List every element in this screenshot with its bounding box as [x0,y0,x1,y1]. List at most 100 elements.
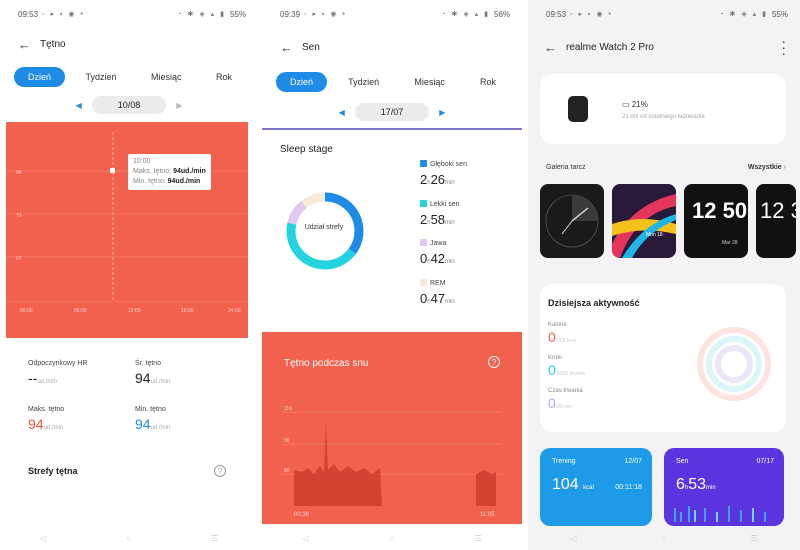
unit: /8000 kroków [555,371,586,377]
tab-day[interactable]: Dzień [276,72,328,92]
resting-hr-number: -- [28,370,38,386]
min-hr-label: Min. tętno [135,406,166,413]
max-hr-label: Maks. tętno [28,406,65,413]
nav-back-icon[interactable]: ◁ [570,534,576,543]
divider [262,128,522,130]
prev-date-arrow-icon[interactable]: ◀ [339,108,345,117]
unit: min [706,485,716,491]
nav-home-icon[interactable]: ○ [126,534,131,543]
status-time: 09:53 [18,9,39,19]
app-bar: ← realme Watch 2 Pro [544,37,788,57]
more-options-icon[interactable]: · · · [781,34,786,60]
heart-rate-chart-svg: 94 73 67 00:00 06:00 12:00 18:00 24:00 [6,132,248,314]
watch-face-3[interactable]: 12 50 Mar 28 [684,184,748,258]
sleep-label: Sen [676,458,689,465]
stage-light-name-row: Lekki sen [420,200,460,208]
tab-day[interactable]: Dzień [14,67,66,87]
calories-label: Kalorie [548,322,567,328]
chevron-right-icon: › [783,164,786,171]
avg-hr-label: Śr. tętno [135,360,162,367]
back-arrow-icon[interactable]: ← [544,40,566,55]
stage-deep-swatch [420,160,427,167]
stage-rem-name: REM [430,280,446,287]
activity-rings [697,327,771,401]
donut-label: Udział strefy [304,224,344,231]
battery-subtitle: 21 dni od ostatniego ładowania [622,114,705,120]
heart-rate-chart[interactable]: 94 73 67 00:00 06:00 12:00 18:00 24:00 1… [6,122,248,338]
watch-face-4[interactable]: 12 30 [756,184,796,258]
help-icon[interactable]: ? [214,465,226,477]
period-tabs: Dzień Tydzień Miesiąc Rok [276,71,510,93]
training-date: 12/07 [624,458,642,465]
next-date-arrow-icon[interactable]: ▶ [439,108,445,117]
nav-home-icon[interactable]: ○ [389,534,394,543]
stage-rem-swatch [420,279,427,286]
nav-back-icon[interactable]: ◁ [40,534,46,543]
steps-label: Kroki [548,355,562,361]
calories-value: 0/300 kcal [548,329,576,345]
activity-duration: Czas trwania 0/30 min [548,388,583,411]
sleep-screen: 09:39 ◦ ▸ ▪ ◉ • ◔ ✱ ◈ ▴ ▮ 56% ← Sen Dzień … [262,0,522,550]
hours: 6 [676,476,685,493]
battery-icon: ▭ [622,100,630,109]
status-bar: 09:53 ◦ ▸ ▪ ◉ • ◔ ✱ ◈ ▴ ▮ 55% [528,8,800,20]
gallery-all-link[interactable]: Wszystkie › [748,164,786,171]
help-icon[interactable]: ? [488,356,500,368]
stage-light-swatch [420,200,427,207]
sleep-card[interactable]: Sen 07/17 6h53min [664,448,784,526]
training-duration: 00:11:18 [615,484,642,491]
nav-back-icon[interactable]: ◁ [302,534,308,543]
resting-hr-stat: Odpoczynkowy HR --ud./min [28,360,88,386]
stage-awake-swatch [420,239,427,246]
stage-light-name: Lekki sen [430,201,460,208]
nav-recents-icon[interactable]: ☰ [211,534,218,543]
device-card[interactable]: ▭ 21% 21 dni od ostatniego ładowania [540,74,786,144]
watch-face-1[interactable] [540,184,604,258]
current-date[interactable]: 17/07 [354,103,430,121]
unit: ud./min [150,425,171,431]
stage-light: Lekki sen 2h58min [420,200,460,227]
nav-recents-icon[interactable]: ☰ [751,534,758,543]
next-date-arrow-icon[interactable]: ▶ [176,101,182,110]
duration-value: 0/30 min [548,395,583,411]
min-hr-stat: Min. tętno 94ud./min [135,406,170,432]
face-3-date: Mar 28 [722,240,738,246]
unit: /30 min [555,404,573,410]
prev-date-arrow-icon[interactable]: ◀ [76,101,82,110]
minutes: 58 [430,212,446,227]
current-date[interactable]: 10/08 [91,96,167,114]
back-arrow-icon[interactable]: ← [18,37,40,52]
tab-month[interactable]: Miesiąc [400,72,459,92]
x-tick-label: 00:00 [20,308,33,314]
training-calories-number: 104 [552,476,579,493]
unit: ud./min [150,379,171,385]
minutes: 53 [688,476,707,493]
sleep-hr-card[interactable]: 116 98 80 00:36 11:05 Tętno podczas snu … [262,332,522,524]
sleep-hr-title: Tętno podczas snu [284,358,369,369]
data-point[interactable] [110,168,115,173]
tab-year[interactable]: Rok [466,72,510,92]
x-tick-label: 18:00 [181,308,194,314]
battery-percent: 21% [631,100,648,109]
notification-icons: ◦ ▸ ▪ ◉ • [570,11,613,18]
stage-light-duration: 2h58min [420,212,460,227]
y-tick-label: 116 [284,406,292,412]
watch-face-2[interactable]: Mon 18 [612,184,676,258]
tooltip-min-value: 94ud./min [167,178,201,185]
sleep-hr-area [294,422,382,506]
tab-week[interactable]: Tydzień [334,72,393,92]
tooltip-min-label: Min. tętno: [133,178,166,185]
tab-year[interactable]: Rok [202,67,246,87]
calories-number: 0 [548,329,556,345]
x-tick-label: 06:00 [74,308,87,314]
hr-zones-title: Strefy tętna [28,466,78,476]
nav-home-icon[interactable]: ○ [661,534,666,543]
tab-week[interactable]: Tydzień [71,67,130,87]
minutes: 42 [430,251,446,266]
training-card[interactable]: Trening 12/07 104 kcal 00:11:18 [540,448,652,526]
nav-recents-icon[interactable]: ☰ [475,534,482,543]
back-arrow-icon[interactable]: ← [280,40,302,55]
status-bar: 09:53 ◦ ▸ ▪ ◉ • ◔ ✱ ◈ ▴ ▮ 55% [0,8,258,20]
tab-month[interactable]: Miesiąc [137,67,196,87]
screens: 09:53 ◦ ▸ ▪ ◉ • ◔ ✱ ◈ ▴ ▮ 55% ← Tętno Dzie… [0,0,800,550]
